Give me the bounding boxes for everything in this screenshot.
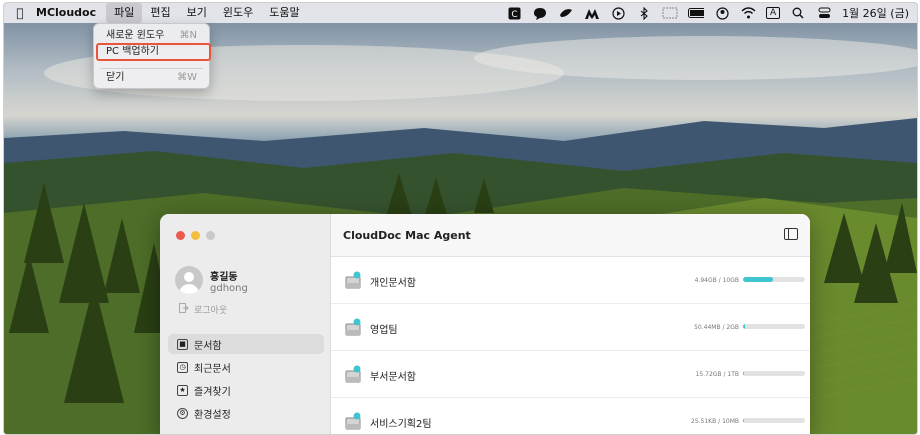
folder-name: 개인문서함 — [370, 278, 416, 289]
user-name: 홍길동 — [210, 272, 238, 283]
display-icon[interactable] — [662, 5, 678, 21]
battery-icon[interactable] — [688, 5, 705, 21]
sidebar-toggle-icon[interactable] — [784, 228, 798, 240]
folder-usage: 4.94GB / 10GB — [694, 277, 739, 284]
menu-item-shortcut: ⌘W — [177, 72, 197, 83]
folder-usage: 50.44MB / 2GB — [694, 324, 739, 331]
bird-icon[interactable] — [558, 5, 574, 21]
menu-item-close[interactable]: 닫기 ⌘W — [100, 70, 203, 86]
recent-doc-icon: ◷ — [177, 361, 188, 373]
gear-icon: ⚙ — [177, 407, 188, 419]
window-title: CloudDoc Mac Agent — [343, 229, 471, 242]
menu-item-label: 닫기 — [106, 72, 125, 83]
folder-name: 서비스기획2팀 — [370, 419, 432, 430]
menu-file[interactable]: 파일 — [106, 3, 143, 23]
sidebar-item-label: 최근문서 — [194, 363, 231, 375]
bluetooth-icon[interactable] — [636, 5, 652, 21]
folder-share-icon — [345, 318, 361, 336]
folder-usage: 25.51KB / 10MB — [691, 418, 739, 425]
malwarebytes-icon[interactable] — [584, 5, 600, 21]
menu-separator — [100, 68, 203, 69]
folder-icon: ■ — [177, 338, 188, 350]
input-a-icon[interactable]: A — [766, 7, 781, 19]
sidebar-item-favorites[interactable]: ★ 즐겨찾기 — [168, 380, 324, 400]
folder-row[interactable]: 개인문서함 4.94GB / 10GB — [331, 257, 810, 304]
menu-help[interactable]: 도움말 — [261, 3, 307, 23]
folder-share-icon — [345, 412, 361, 430]
search-icon[interactable] — [790, 5, 806, 21]
menu-window[interactable]: 윈도우 — [215, 3, 261, 23]
sidebar-item-label: 환경설정 — [194, 409, 231, 421]
usage-bar — [743, 277, 805, 282]
sidebar-item-documents[interactable]: ■ 문서함 — [168, 334, 324, 354]
folder-usage: 15.72GB / 1TB — [695, 371, 739, 378]
usage-bar — [743, 324, 805, 329]
menu-bar:  MCloudoc 파일 편집 보기 윈도우 도움말 C A 1월 26일 (… — [4, 3, 917, 23]
chat-icon[interactable] — [532, 5, 548, 21]
sidebar: 홍길동 gdhong 로그아웃 ■ 문서함 ◷ 최근문서 ★ 즐겨찾기 ⚙ 환경… — [160, 214, 331, 434]
close-button[interactable] — [176, 231, 185, 240]
menu-clock[interactable]: 1월 26일 (금) — [842, 5, 909, 21]
sidebar-item-label: 문서함 — [194, 340, 222, 352]
usage-bar — [743, 418, 805, 423]
screen:  MCloudoc 파일 편집 보기 윈도우 도움말 C A 1월 26일 (… — [3, 2, 918, 435]
menu-item-new-window[interactable]: 새로운 윈도우 ⌘N — [100, 28, 203, 44]
wifi-icon[interactable] — [740, 5, 756, 21]
apple-icon[interactable]:  — [10, 6, 30, 20]
zoom-button[interactable] — [206, 231, 215, 240]
svg-text:C: C — [511, 10, 517, 20]
app-window: 홍길동 gdhong 로그아웃 ■ 문서함 ◷ 최근문서 ★ 즐겨찾기 ⚙ 환경… — [160, 214, 810, 434]
favorite-doc-icon: ★ — [177, 384, 188, 396]
logout-button[interactable]: 로그아웃 — [179, 303, 227, 316]
minimize-button[interactable] — [191, 231, 200, 240]
menu-item-label: 새로운 윈도우 — [106, 30, 165, 41]
main-panel: CloudDoc Mac Agent 개인문서함 4.94GB / 10GB 영… — [331, 214, 810, 434]
avatar — [175, 266, 203, 294]
folder-share-icon — [345, 365, 361, 383]
folder-row[interactable]: 서비스기획2팀 25.51KB / 10MB — [331, 398, 810, 434]
usage-fill — [743, 324, 745, 329]
user-icon[interactable] — [714, 5, 730, 21]
usage-fill — [743, 371, 744, 376]
user-id: gdhong — [210, 283, 248, 294]
main-header: CloudDoc Mac Agent — [331, 214, 810, 257]
play-icon[interactable] — [610, 5, 626, 21]
sidebar-item-recent[interactable]: ◷ 최근문서 — [168, 357, 324, 377]
sidebar-item-label: 즐겨찾기 — [194, 386, 231, 398]
menu-app-name[interactable]: MCloudoc — [30, 3, 106, 23]
menu-edit[interactable]: 편집 — [142, 3, 178, 23]
usage-bar — [743, 371, 805, 376]
logout-label: 로그아웃 — [194, 306, 228, 316]
highlight-box — [96, 43, 211, 61]
menu-item-shortcut: ⌘N — [179, 30, 197, 41]
folder-row[interactable]: 영업팀 50.44MB / 2GB — [331, 304, 810, 351]
folder-row[interactable]: 부서문서함 15.72GB / 1TB — [331, 351, 810, 398]
folder-name: 영업팀 — [370, 325, 398, 336]
usage-fill — [743, 277, 774, 282]
folder-name: 부서문서함 — [370, 372, 416, 383]
logout-icon — [179, 303, 189, 316]
folder-share-icon — [345, 271, 361, 289]
sidebar-item-settings[interactable]: ⚙ 환경설정 — [168, 403, 324, 423]
cloudoc-icon[interactable]: C — [506, 5, 522, 21]
menu-view[interactable]: 보기 — [179, 3, 215, 23]
control-center-icon[interactable] — [816, 5, 832, 21]
